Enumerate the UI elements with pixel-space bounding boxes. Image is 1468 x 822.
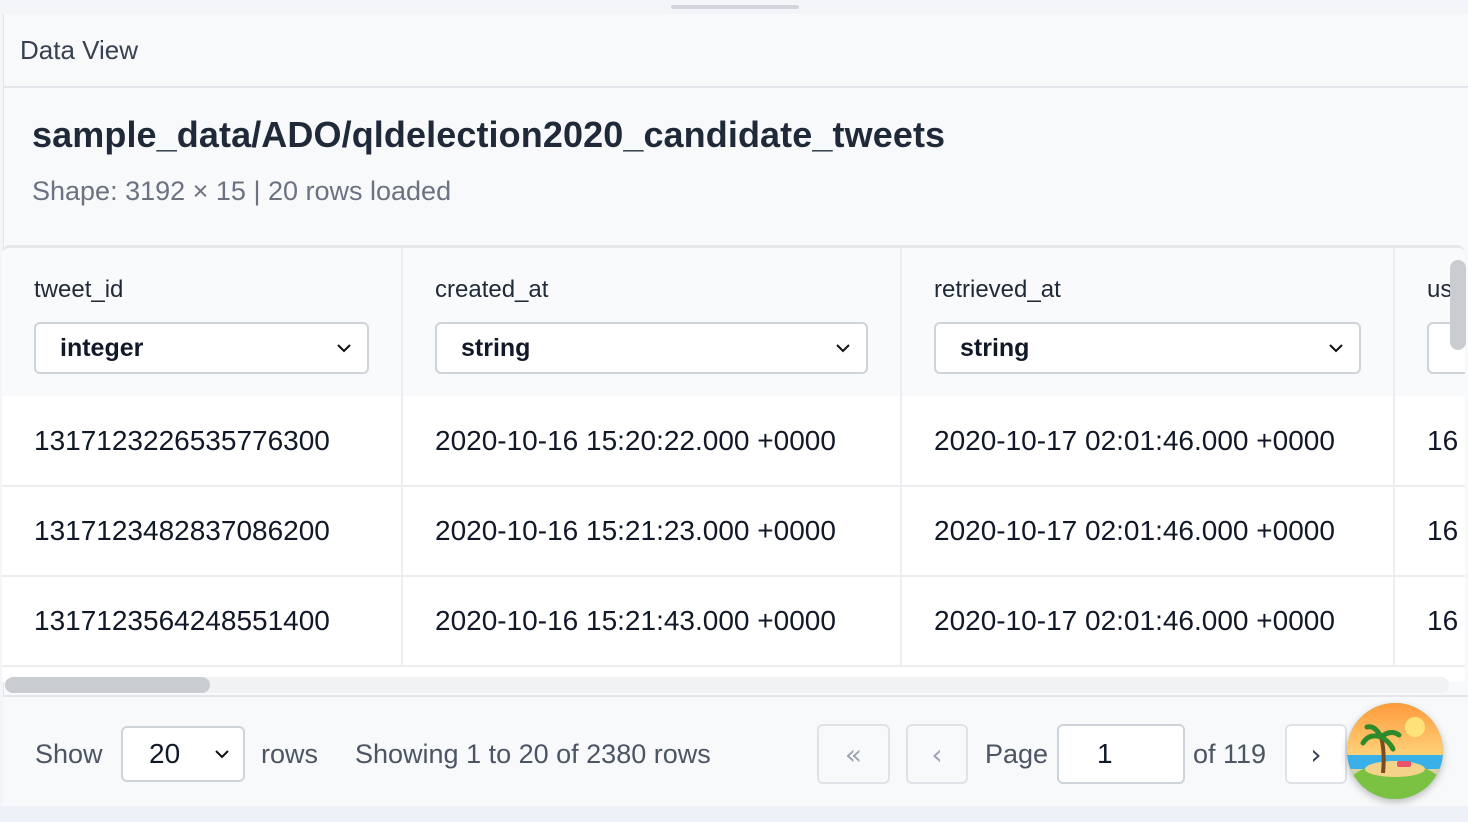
next-page-button[interactable]: › <box>1285 724 1347 784</box>
table-cell: 1317123564248551400 <box>2 576 403 667</box>
show-label: Show <box>35 739 103 769</box>
chevron-down-icon <box>337 344 351 353</box>
table-row: 1317123564248551400 2020-10-16 15:21:43.… <box>2 576 1465 667</box>
table-cell: 16 <box>1394 396 1465 487</box>
table-cell: 2020-10-16 15:21:43.000 +0000 <box>402 576 902 667</box>
beach-avatar-art <box>1347 703 1443 799</box>
table-cell: 2020-10-16 15:21:23.000 +0000 <box>402 486 902 577</box>
chevron-left-icon: ‹ <box>931 737 943 771</box>
previous-page-button[interactable]: ‹ <box>906 724 968 784</box>
page-size-select[interactable]: 20 <box>121 726 245 782</box>
table-cell: 2020-10-17 02:01:46.000 +0000 <box>901 396 1395 487</box>
page-label: Page <box>985 739 1049 769</box>
vertical-scrollbar-thumb[interactable] <box>1450 260 1466 350</box>
column-type-value: string <box>461 333 531 362</box>
showing-summary: Showing 1 to 20 of 2380 rows <box>355 739 711 769</box>
table-row: 1317123226535776300 2020-10-16 15:20:22.… <box>2 396 1465 487</box>
column-type-value: string <box>960 333 1030 362</box>
page-count: of 119 <box>1193 739 1267 769</box>
dataset-title: sample_data/ADO/qldelection2020_candidat… <box>32 114 946 155</box>
column-header-retrieved-at: retrieved_at string <box>901 248 1395 396</box>
chevron-right-icon: › <box>1310 737 1322 771</box>
horizontal-scrollbar-track[interactable] <box>5 677 1449 693</box>
column-type-select[interactable]: string <box>435 322 868 374</box>
page-number-input[interactable]: 1 <box>1057 724 1185 784</box>
rows-label: rows <box>261 739 319 769</box>
column-type-select[interactable]: string <box>934 322 1361 374</box>
table-cell: 2020-10-16 15:20:22.000 +0000 <box>402 396 902 487</box>
double-chevron-left-icon: « <box>844 737 863 771</box>
dataset-shape: Shape: 3192 × 15 | 20 rows loaded <box>32 176 452 206</box>
panel-title: Data View <box>20 34 139 65</box>
header-row: tweet_id integer created_at string retri… <box>2 248 1465 396</box>
table-cell: 2020-10-17 02:01:46.000 +0000 <box>901 576 1395 667</box>
chevron-down-icon <box>215 750 229 759</box>
table-cell: 1317123482837086200 <box>2 486 403 577</box>
chevron-down-icon <box>1329 344 1343 353</box>
data-table-container: tweet_id integer created_at string retri… <box>2 245 1465 682</box>
column-header-tweet-id: tweet_id integer <box>2 248 403 396</box>
table-cell: 16 <box>1394 486 1465 577</box>
panel-header: Data View <box>4 14 1468 88</box>
table-cell: 16 <box>1394 576 1465 667</box>
column-name: created_at <box>435 276 549 303</box>
table-row: 1317123482837086200 2020-10-16 15:21:23.… <box>2 486 1465 577</box>
page-size-value: 20 <box>149 738 181 769</box>
column-name: tweet_id <box>34 276 124 303</box>
beach-avatar-icon[interactable] <box>1347 703 1443 799</box>
resize-handle[interactable] <box>671 5 799 9</box>
column-type-value: integer <box>60 333 144 362</box>
table-cell: 2020-10-17 02:01:46.000 +0000 <box>901 486 1395 577</box>
data-table: tweet_id integer created_at string retri… <box>2 248 1465 667</box>
chevron-down-icon <box>836 344 850 353</box>
pagination-footer: Show 20 rows Showing 1 to 20 of 2380 row… <box>3 695 1468 806</box>
horizontal-scrollbar-thumb[interactable] <box>5 677 210 693</box>
bottom-strip <box>0 806 1468 822</box>
column-type-select[interactable]: integer <box>34 322 369 374</box>
column-name: retrieved_at <box>934 276 1061 303</box>
first-page-button[interactable]: « <box>817 724 890 784</box>
table-cell: 1317123226535776300 <box>2 396 403 487</box>
column-header-created-at: created_at string <box>402 248 902 396</box>
